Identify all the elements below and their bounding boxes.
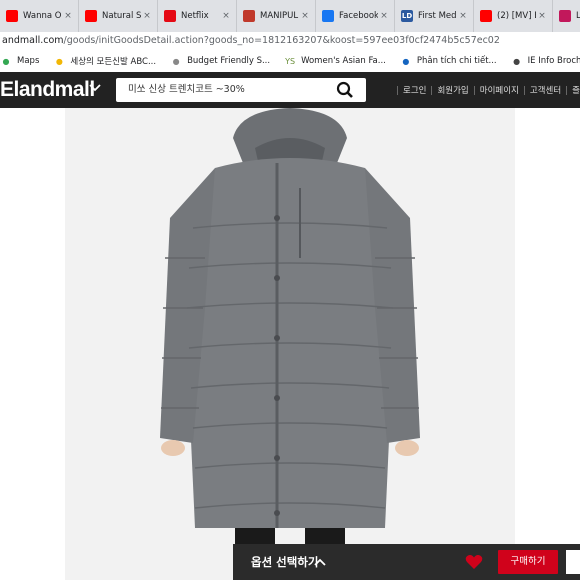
tab-title: Netflix — [181, 11, 209, 21]
page-icon: ● — [172, 56, 180, 66]
maps-icon: ● — [2, 56, 10, 66]
close-icon[interactable]: × — [141, 11, 153, 21]
tab-title: Log — [576, 11, 580, 21]
close-icon[interactable]: × — [220, 11, 232, 21]
shield-icon — [243, 10, 255, 22]
url-host: andmall.com — [2, 35, 64, 46]
browser-tab[interactable]: (2) [MV] E × — [474, 0, 553, 32]
globe-icon: ● — [513, 56, 521, 66]
close-icon[interactable]: × — [62, 11, 74, 21]
site-header: Elandmall 미쏘 신상 트렌치코트 ~30% 로그인 회원가입 마이페이지 고… — [0, 72, 580, 108]
purchase-bar: 옵션 선택하기 구매하기 — [233, 544, 580, 580]
bookmark-item[interactable]: ● Maps — [0, 55, 40, 67]
address-bar[interactable]: andmall.com/goods/initGoodsDetail.action… — [0, 32, 580, 50]
chevron-down-icon[interactable] — [88, 81, 102, 95]
nav-link[interactable]: 마이페이지 — [480, 84, 519, 96]
close-icon[interactable]: × — [457, 11, 469, 21]
chevron-up-icon[interactable] — [313, 555, 327, 569]
browser-tab[interactable]: Netflix × — [158, 0, 237, 32]
tab-title: First Medi — [418, 11, 457, 21]
tab-title: Natural Sc — [102, 11, 141, 21]
facebook-icon — [322, 10, 334, 22]
tab-title: MANIPUL — [260, 11, 299, 21]
bookmark-item[interactable]: ● IE Info Brochure-J... — [511, 55, 580, 67]
nav-divider — [566, 85, 568, 95]
bookmark-label: Budget Friendly S... — [187, 56, 271, 66]
search-input[interactable]: 미쏘 신상 트렌치코트 ~30% — [128, 78, 245, 102]
nav-divider — [473, 85, 475, 95]
browser-tab[interactable]: Wanna On× — [0, 0, 79, 32]
ys-icon: YS — [285, 56, 296, 66]
browser-tab[interactable]: Facebook × — [316, 0, 395, 32]
browser-tab[interactable]: MANIPUL × — [237, 0, 316, 32]
youtube-icon — [480, 10, 492, 22]
buy-button[interactable]: 구매하기 — [498, 550, 558, 574]
youtube-icon — [6, 10, 18, 22]
bookmark-item[interactable]: ● 세상의 모든신발 ABC... — [53, 55, 157, 68]
nav-divider — [523, 85, 525, 95]
bookmark-label: Phân tích chi tiết... — [416, 56, 497, 66]
heart-icon[interactable] — [465, 554, 483, 570]
browser-tab[interactable]: Natural Sc× — [79, 0, 158, 32]
top-nav: 로그인 회원가입 마이페이지 고객센터 즐 — [392, 72, 580, 108]
url-path: /goods/initGoodsDetail.action?goods_no=1… — [63, 35, 500, 46]
tab-strip: Wanna On×Natural Sc×Netflix×MANIPUL×Face… — [0, 0, 580, 32]
option-select-label[interactable]: 옵션 선택하기 — [251, 544, 318, 580]
product-image — [65, 108, 515, 580]
pinterest-icon — [559, 10, 571, 22]
nav-link[interactable]: 회원가입 — [437, 84, 468, 96]
shoe-icon: ● — [55, 56, 63, 66]
netflix-icon — [164, 10, 176, 22]
nav-link[interactable]: 고객센터 — [530, 84, 561, 96]
youtube-icon — [85, 10, 97, 22]
bookmark-label: Women's Asian Fa... — [301, 56, 386, 66]
browser-tab[interactable]: Log — [553, 0, 580, 32]
tab-title: (2) [MV] E — [497, 11, 536, 21]
tab-title: Facebook — [339, 11, 378, 21]
bookmark-item[interactable]: ● Phân tích chi tiết... — [400, 55, 497, 67]
close-icon[interactable]: × — [536, 11, 548, 21]
bookmark-item[interactable]: YS Women's Asian Fa... — [284, 55, 386, 67]
ld-icon: LD — [401, 10, 413, 22]
nav-link[interactable]: 로그인 — [403, 84, 426, 96]
bookmark-label: IE Info Brochure-J... — [527, 56, 580, 66]
nav-link[interactable]: 즐 — [572, 84, 580, 96]
close-icon[interactable]: × — [378, 11, 390, 21]
bookmark-label: Maps — [17, 56, 40, 66]
browser-tab[interactable]: LD First Medi × — [395, 0, 474, 32]
grid-icon: ● — [402, 56, 410, 66]
bookmark-label: 세상의 모든신발 ABC... — [70, 57, 157, 67]
nav-divider — [397, 85, 398, 95]
coat-illustration — [65, 108, 515, 580]
bookmark-item[interactable]: ● Budget Friendly S... — [170, 55, 271, 67]
close-icon[interactable]: × — [299, 11, 311, 21]
search-icon[interactable] — [336, 81, 354, 99]
tab-title: Wanna On — [23, 11, 62, 21]
search-box[interactable]: 미쏘 신상 트렌치코트 ~30% — [116, 78, 366, 102]
cart-button[interactable] — [566, 550, 580, 574]
bookmarks-bar: ● Maps ● 세상의 모든신발 ABC... ● Budget Friendly S.… — [0, 50, 580, 72]
nav-divider — [431, 85, 433, 95]
site-logo[interactable]: Elandmall — [0, 78, 95, 102]
